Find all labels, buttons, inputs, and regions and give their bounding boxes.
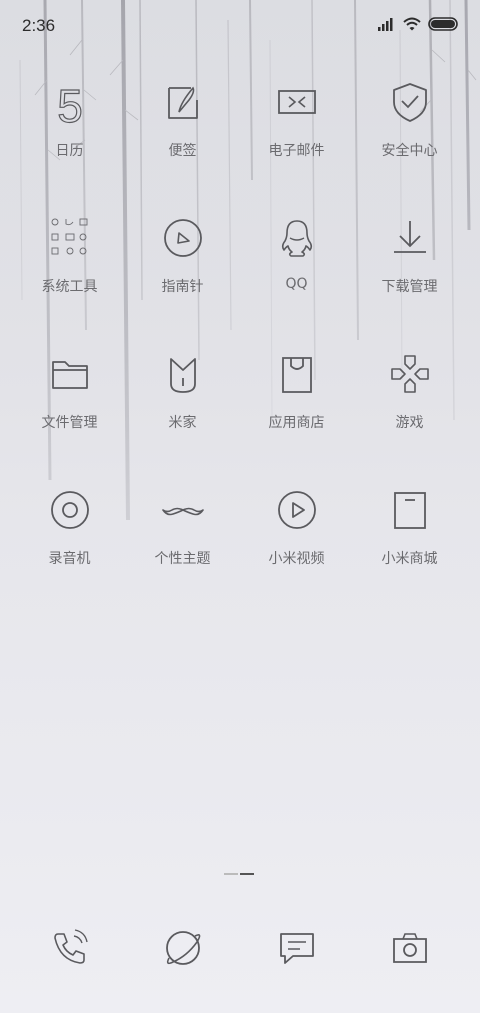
status-icons: [378, 17, 460, 31]
recorder-icon: [50, 491, 89, 529]
app-qq[interactable]: QQ: [240, 206, 353, 316]
mijia-icon: [169, 358, 196, 393]
battery-icon: [428, 17, 458, 31]
notes-icon: [167, 86, 198, 119]
app-label: 小米商城: [381, 551, 438, 567]
app-label: 应用商店: [268, 415, 325, 431]
app-themes[interactable]: 个性主题: [126, 478, 239, 588]
status-time: 2:36: [22, 16, 56, 35]
app-label: 便签: [168, 143, 197, 159]
dock-messages[interactable]: [267, 918, 327, 978]
page-indicator-dot-1[interactable]: [224, 873, 238, 875]
gamepad-icon: [390, 355, 429, 393]
app-file-manager[interactable]: 文件管理: [13, 342, 126, 452]
app-compass[interactable]: 指南针: [126, 206, 239, 316]
email-icon: [277, 90, 316, 114]
mi-store-icon: [393, 492, 426, 529]
download-icon: [393, 221, 426, 253]
app-label: 电子邮件: [268, 143, 325, 159]
video-play-icon: [277, 491, 316, 529]
app-label: 小米视频: [268, 551, 325, 567]
app-calendar[interactable]: 5 日历: [13, 70, 126, 180]
app-recorder[interactable]: 录音机: [13, 478, 126, 588]
calendar-icon: 5: [56, 79, 83, 126]
app-label: 文件管理: [41, 415, 98, 431]
status-bar: 2:36: [0, 0, 480, 52]
dock-phone[interactable]: [40, 918, 100, 978]
browser-planet-icon: [166, 931, 201, 965]
app-label: 日历: [55, 143, 84, 159]
wifi-icon: [403, 17, 421, 31]
app-folder-system-tools[interactable]: 系统工具: [13, 206, 126, 316]
app-label: 系统工具: [41, 279, 98, 295]
camera-icon: [393, 933, 427, 963]
phone-icon: [54, 929, 88, 964]
app-mijia[interactable]: 米家: [126, 342, 239, 452]
security-shield-icon: [392, 83, 427, 122]
app-mi-video[interactable]: 小米视频: [240, 478, 353, 588]
folder-icon: [51, 361, 88, 389]
app-label: QQ: [285, 276, 308, 292]
dock-browser[interactable]: [153, 918, 213, 978]
app-label: 米家: [168, 415, 197, 431]
mustache-theme-icon: [161, 507, 204, 516]
app-label: 指南针: [161, 279, 204, 295]
app-security-center[interactable]: 安全中心: [353, 70, 466, 180]
app-store-bag-icon: [281, 357, 312, 393]
app-label: 录音机: [48, 551, 91, 567]
dock: [0, 918, 480, 978]
page-indicator-dot-2-active[interactable]: [240, 873, 254, 875]
app-notes[interactable]: 便签: [126, 70, 239, 180]
qq-penguin-icon: [281, 220, 312, 257]
app-label: 个性主题: [154, 551, 211, 567]
app-mi-store[interactable]: 小米商城: [353, 478, 466, 588]
app-label: 安全中心: [381, 143, 438, 159]
system-tools-folder-icon: [51, 218, 87, 255]
app-app-store[interactable]: 应用商店: [240, 342, 353, 452]
app-label: 下载管理: [381, 279, 438, 295]
compass-icon: [163, 219, 202, 257]
page-indicator[interactable]: [224, 873, 254, 876]
calendar-day-number: 5: [57, 80, 83, 126]
dock-camera[interactable]: [380, 918, 440, 978]
app-email[interactable]: 电子邮件: [240, 70, 353, 180]
signal-icon: [378, 18, 393, 31]
app-label: 游戏: [395, 415, 424, 431]
app-download-manager[interactable]: 下载管理: [353, 206, 466, 316]
app-games[interactable]: 游戏: [353, 342, 466, 452]
messages-icon: [280, 933, 314, 964]
